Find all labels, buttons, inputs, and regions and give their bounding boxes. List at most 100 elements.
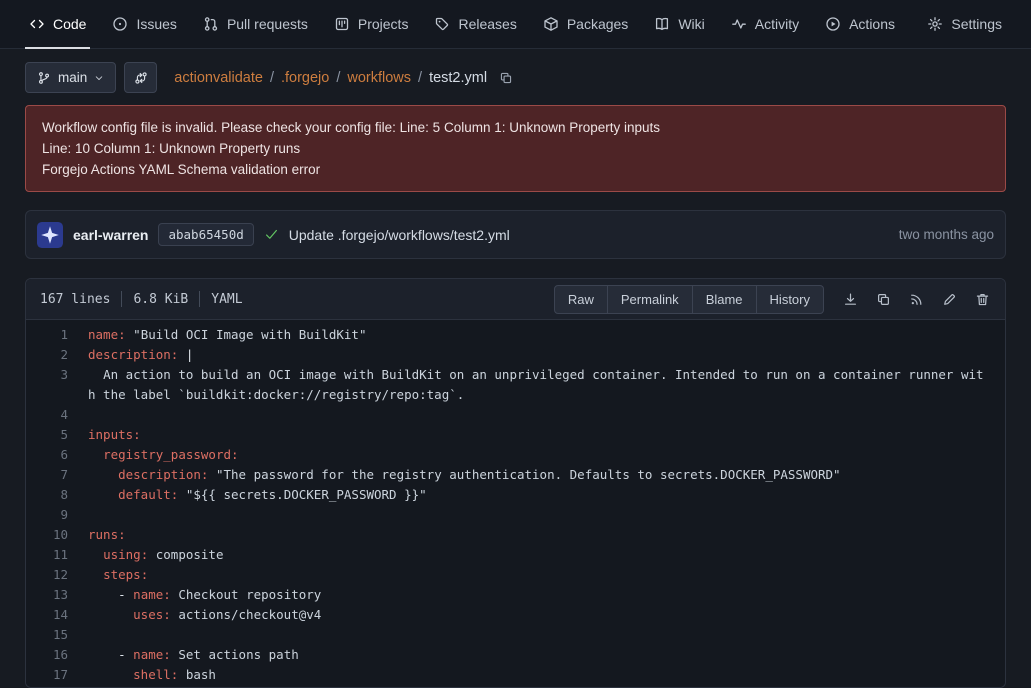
error-banner: Workflow config file is invalid. Please …	[25, 105, 1006, 192]
issue-icon	[112, 16, 128, 32]
line-number[interactable]: 14	[26, 605, 88, 625]
divider	[121, 291, 122, 307]
rss-button[interactable]	[902, 285, 930, 313]
breadcrumb-link[interactable]: .forgejo	[281, 70, 329, 86]
history-button[interactable]: History	[757, 285, 824, 314]
error-line: Forgejo Actions YAML Schema validation e…	[42, 159, 989, 180]
line-number[interactable]: 16	[26, 645, 88, 665]
tab-packages[interactable]: Packages	[530, 0, 641, 48]
repo-tabs: Code Issues Pull requests Projects Releases P…	[16, 0, 914, 48]
file-view: 167 lines 6.8 KiB YAML RawPermalinkBlame…	[25, 278, 1006, 688]
line-content: using: composite	[88, 545, 1005, 565]
code-line: 10runs:	[26, 525, 1005, 545]
code-line: 17 shell: bash	[26, 665, 1005, 685]
file-header-actions: RawPermalinkBlameHistory	[554, 285, 996, 314]
line-number[interactable]: 8	[26, 485, 88, 505]
code-line: 14 uses: actions/checkout@v4	[26, 605, 1005, 625]
permalink-button[interactable]: Permalink	[608, 285, 693, 314]
tab-label: Settings	[951, 16, 1002, 32]
delete-button[interactable]	[968, 285, 996, 313]
tab-activity[interactable]: Activity	[718, 0, 812, 48]
breadcrumb-separator: /	[270, 70, 274, 86]
breadcrumb-segments: actionvalidate/.forgejo/workflows/test2.…	[174, 70, 487, 86]
copy-button[interactable]	[869, 285, 897, 313]
caret-down-icon	[94, 73, 104, 83]
code-line: 8 default: "${{ secrets.DOCKER_PASSWORD …	[26, 485, 1005, 505]
line-number[interactable]: 15	[26, 625, 88, 645]
compare-button[interactable]	[124, 62, 157, 93]
line-content: registry_password:	[88, 445, 1005, 465]
file-lines-count: 167 lines	[40, 292, 110, 307]
breadcrumb-link[interactable]: actionvalidate	[174, 70, 263, 86]
code-line: 1name: "Build OCI Image with BuildKit"	[26, 325, 1005, 345]
tab-issues[interactable]: Issues	[99, 0, 189, 48]
code-line: 6 registry_password:	[26, 445, 1005, 465]
breadcrumb-link[interactable]: workflows	[347, 70, 411, 86]
tab-actions[interactable]: Actions	[812, 0, 908, 48]
file-header: 167 lines 6.8 KiB YAML RawPermalinkBlame…	[26, 279, 1005, 320]
line-number[interactable]: 5	[26, 425, 88, 445]
copy-path-button[interactable]	[497, 69, 515, 87]
compare-icon	[134, 71, 148, 85]
file-info: 167 lines 6.8 KiB YAML	[40, 291, 243, 307]
latest-commit-bar: earl-warren abab65450d Update .forgejo/w…	[25, 210, 1006, 259]
tab-releases[interactable]: Releases	[421, 0, 529, 48]
tab-label: Projects	[358, 16, 409, 32]
code-line: 11 using: composite	[26, 545, 1005, 565]
tab-label: Actions	[849, 16, 895, 32]
line-content: steps:	[88, 565, 1005, 585]
line-content: inputs:	[88, 425, 1005, 445]
line-number[interactable]: 17	[26, 665, 88, 685]
tab-pull-requests[interactable]: Pull requests	[190, 0, 321, 48]
branch-selector[interactable]: main	[25, 62, 116, 93]
commit-author[interactable]: earl-warren	[73, 227, 148, 243]
line-number[interactable]: 4	[26, 405, 88, 425]
pull-request-icon	[203, 16, 219, 32]
line-content: runs:	[88, 525, 1005, 545]
file-size: 6.8 KiB	[133, 292, 188, 307]
avatar[interactable]	[37, 222, 63, 248]
line-number[interactable]: 2	[26, 345, 88, 365]
line-number[interactable]: 10	[26, 525, 88, 545]
line-number[interactable]: 6	[26, 445, 88, 465]
tab-label: Activity	[755, 16, 799, 32]
code-line: 16 - name: Set actions path	[26, 645, 1005, 665]
code-line: 15	[26, 625, 1005, 645]
file-language: YAML	[211, 292, 242, 307]
line-content	[88, 625, 1005, 645]
download-icon	[843, 292, 858, 307]
tab-label: Packages	[567, 16, 628, 32]
line-number[interactable]: 1	[26, 325, 88, 345]
line-content: description: |	[88, 345, 1005, 365]
tab-label: Releases	[458, 16, 516, 32]
tab-settings[interactable]: Settings	[914, 0, 1015, 48]
raw-button[interactable]: Raw	[554, 285, 608, 314]
line-number[interactable]: 12	[26, 565, 88, 585]
tab-projects[interactable]: Projects	[321, 0, 422, 48]
line-content: uses: actions/checkout@v4	[88, 605, 1005, 625]
line-number[interactable]: 11	[26, 545, 88, 565]
code-line: 7 description: "The password for the reg…	[26, 465, 1005, 485]
download-button[interactable]	[836, 285, 864, 313]
copy-icon	[499, 71, 513, 85]
line-number[interactable]: 9	[26, 505, 88, 525]
line-content: An action to build an OCI image with Bui…	[88, 365, 1005, 405]
repo-content: main actionvalidate/.forgejo/workflows/t…	[0, 62, 1031, 688]
packages-icon	[543, 16, 559, 32]
tab-wiki[interactable]: Wiki	[641, 0, 717, 48]
edit-button[interactable]	[935, 285, 963, 313]
tab-label: Issues	[136, 16, 176, 32]
error-line: Workflow config file is invalid. Please …	[42, 117, 989, 138]
commit-sha-badge[interactable]: abab65450d	[158, 223, 253, 246]
line-number[interactable]: 7	[26, 465, 88, 485]
tab-code[interactable]: Code	[16, 0, 99, 48]
commit-time: two months ago	[899, 227, 994, 242]
commit-message[interactable]: Update .forgejo/workflows/test2.yml	[289, 227, 510, 243]
tab-label: Code	[53, 16, 86, 32]
line-number[interactable]: 3	[26, 365, 88, 405]
line-content: name: "Build OCI Image with BuildKit"	[88, 325, 1005, 345]
check-icon[interactable]	[264, 227, 279, 242]
blame-button[interactable]: Blame	[693, 285, 757, 314]
breadcrumb-separator: /	[336, 70, 340, 86]
line-number[interactable]: 13	[26, 585, 88, 605]
